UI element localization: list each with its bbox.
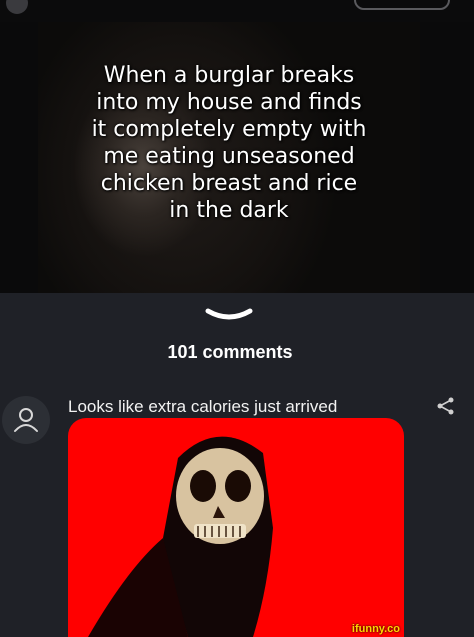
follow-button[interactable] [354, 0, 450, 10]
meme-post[interactable]: When a burglar breaks into my house and … [0, 22, 474, 293]
chevron-down-icon[interactable] [204, 307, 254, 323]
meme-caption: When a burglar breaks into my house and … [38, 62, 420, 224]
user-icon [14, 408, 38, 432]
caption-line: into my house and finds [96, 90, 362, 115]
share-icon[interactable] [436, 396, 456, 416]
comment-image[interactable]: ifunny.co [68, 418, 404, 637]
top-bar [0, 0, 474, 22]
comments-count: 101 comments [167, 342, 293, 362]
watermark: ifunny.co [351, 623, 400, 635]
caption-line: When a burglar breaks [103, 63, 355, 88]
caption-line: chicken breast and rice [100, 171, 358, 196]
commenter-avatar[interactable] [2, 396, 50, 444]
caption-line: me eating unseasoned [103, 144, 355, 169]
screen: When a burglar breaks into my house and … [0, 0, 474, 637]
skull-figure [88, 436, 273, 637]
author-avatar[interactable] [6, 0, 28, 14]
caption-line: it completely empty with [91, 117, 367, 142]
caption-line: in the dark [169, 198, 289, 223]
comment-text: Looks like extra calories just arrived [68, 397, 338, 416]
